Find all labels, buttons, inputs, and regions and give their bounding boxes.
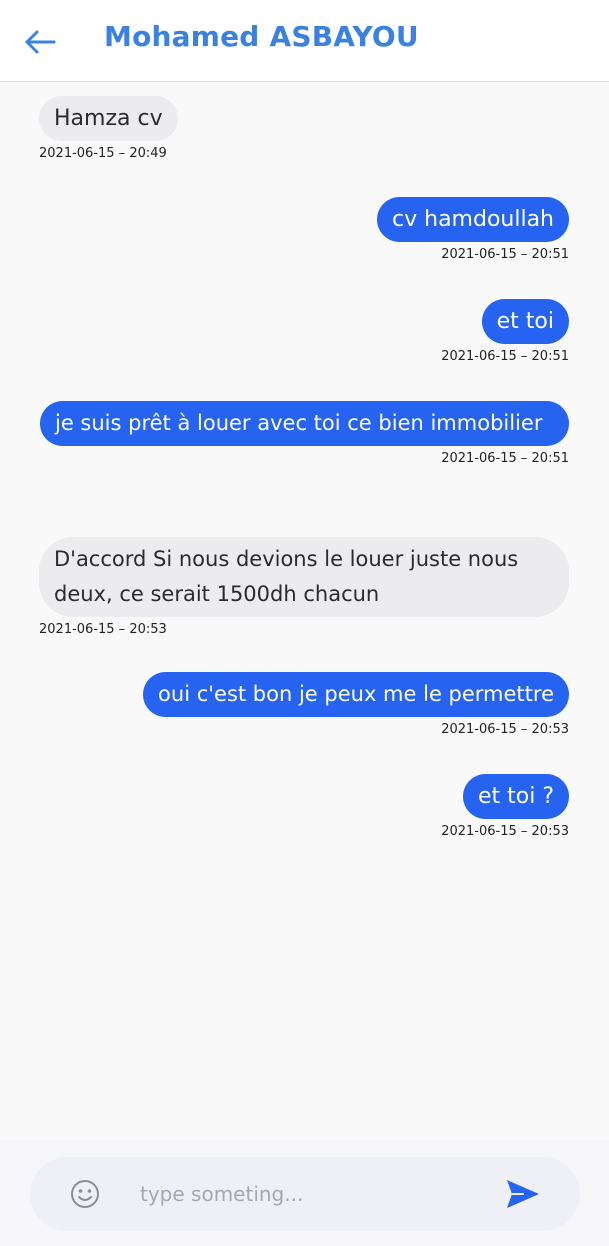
message-outgoing: et toi ? 2021-06-15 – 20:53 [441, 774, 569, 839]
message-bubble[interactable]: oui c'est bon je peux me le permettre [143, 672, 569, 717]
message-timestamp: 2021-06-15 – 20:51 [441, 247, 569, 262]
message-incoming: Hamza cv 2021-06-15 – 20:49 [39, 96, 178, 161]
emoji-button[interactable] [70, 1179, 100, 1209]
chat-screen: Mohamed ASBAYOU Hamza cv 2021-06-15 – 20… [0, 0, 609, 1246]
message-timestamp: 2021-06-15 – 20:53 [39, 622, 167, 637]
message-bubble[interactable]: cv hamdoullah [377, 197, 569, 242]
message-outgoing: oui c'est bon je peux me le permettre 20… [143, 672, 569, 737]
message-timestamp: 2021-06-15 – 20:49 [39, 146, 167, 161]
message-bubble[interactable]: je suis prêt à louer avec toi ce bien im… [40, 401, 569, 446]
message-incoming: D'accord Si nous devions le louer juste … [39, 537, 569, 637]
message-timestamp: 2021-06-15 – 20:53 [441, 722, 569, 737]
smiley-icon [71, 1180, 99, 1208]
message-bubble[interactable]: D'accord Si nous devions le louer juste … [39, 537, 569, 617]
message-input[interactable] [140, 1177, 480, 1211]
message-composer [30, 1157, 580, 1231]
chat-header: Mohamed ASBAYOU [0, 0, 609, 82]
message-bubble[interactable]: Hamza cv [39, 96, 178, 141]
message-outgoing: je suis prêt à louer avec toi ce bien im… [40, 401, 569, 466]
send-button[interactable] [504, 1177, 542, 1211]
arrow-left-icon [25, 30, 56, 54]
back-button[interactable] [22, 22, 62, 62]
contact-name: Mohamed ASBAYOU [104, 20, 419, 53]
message-outgoing: cv hamdoullah 2021-06-15 – 20:51 [377, 197, 569, 262]
send-icon [507, 1180, 539, 1208]
message-timestamp: 2021-06-15 – 20:51 [441, 451, 569, 466]
message-timestamp: 2021-06-15 – 20:53 [441, 824, 569, 839]
message-timestamp: 2021-06-15 – 20:51 [441, 349, 569, 364]
message-bubble[interactable]: et toi [481, 299, 569, 344]
message-outgoing: et toi 2021-06-15 – 20:51 [441, 299, 569, 364]
message-bubble[interactable]: et toi ? [462, 774, 569, 819]
